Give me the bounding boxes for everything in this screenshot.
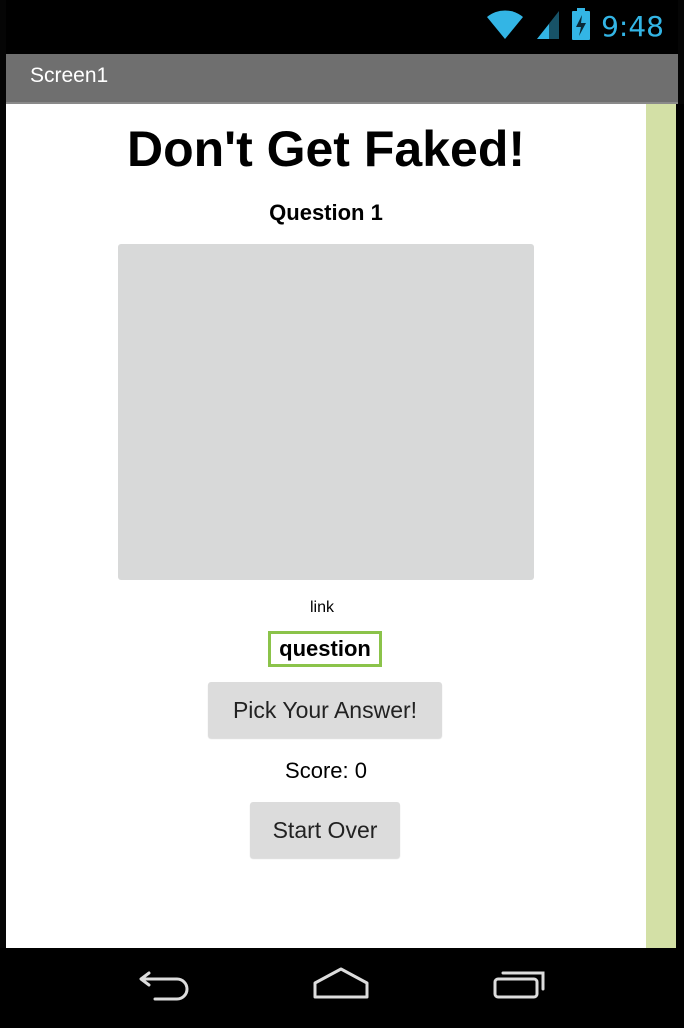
battery-charging-icon (571, 7, 591, 46)
question-number-label: Question 1 (269, 200, 383, 225)
home-icon (309, 963, 373, 1008)
navigation-bar (0, 948, 684, 1028)
status-icons: 9:48 (485, 6, 664, 46)
home-button[interactable] (306, 960, 376, 1010)
question-text-label: question (268, 631, 382, 667)
back-button[interactable] (130, 960, 200, 1010)
back-icon (135, 963, 195, 1008)
wifi-icon (485, 7, 525, 46)
app-heading: Don't Get Faked! (126, 121, 526, 177)
screen-edge (676, 104, 684, 948)
pick-answer-button[interactable]: Pick Your Answer! (208, 682, 442, 738)
status-bar: 9:48 (6, 0, 678, 54)
screen-title: Screen1 (30, 64, 109, 87)
side-strip (646, 104, 676, 948)
recent-apps-button[interactable] (484, 960, 554, 1010)
question-image (118, 244, 534, 580)
score-label: Score: 0 (285, 758, 367, 783)
recent-apps-icon (489, 963, 549, 1008)
title-bar: Screen1 (6, 54, 678, 104)
app-screen: Don't Get Faked! Question 1 link questio… (6, 104, 646, 948)
signal-icon (535, 7, 561, 46)
start-over-button[interactable]: Start Over (250, 802, 400, 858)
status-time: 9:48 (601, 9, 664, 43)
link-label[interactable]: link (6, 599, 638, 617)
device-frame: 9:48 Screen1 Don't Get Faked! Question 1… (0, 0, 684, 1028)
